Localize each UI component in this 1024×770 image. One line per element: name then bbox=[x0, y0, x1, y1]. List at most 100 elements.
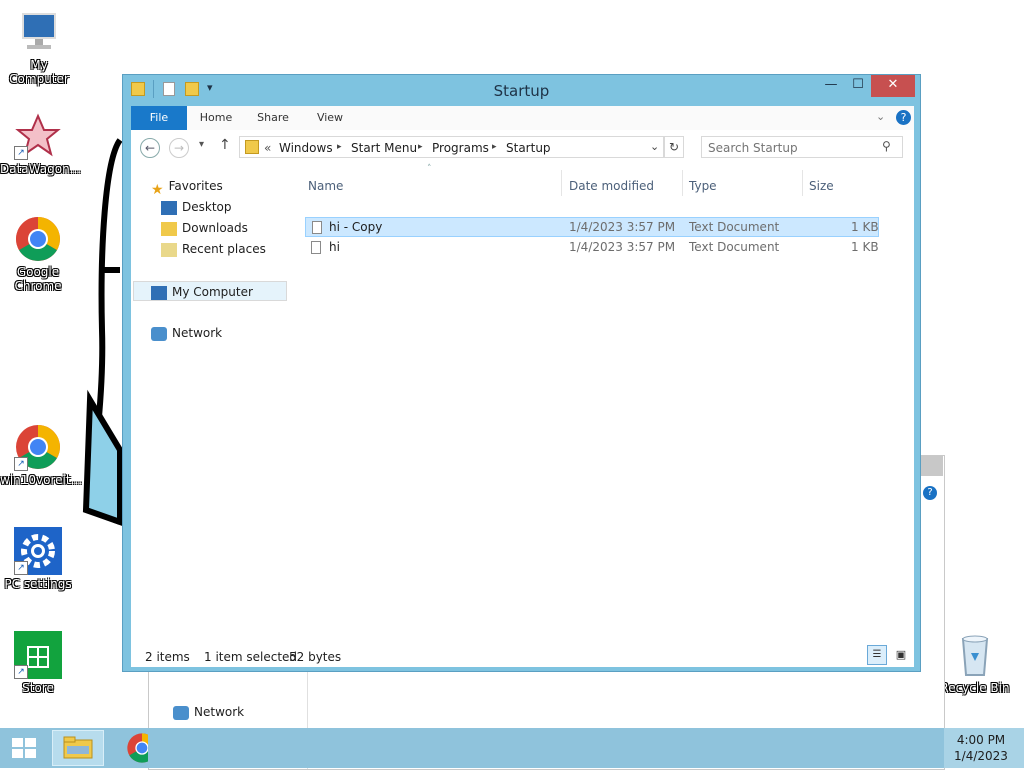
desktop-icon-chrome[interactable]: Google Chrome bbox=[0, 215, 76, 293]
search-input[interactable] bbox=[706, 139, 880, 157]
folder-icon bbox=[63, 736, 93, 759]
chevron-right-icon[interactable]: ▸ bbox=[492, 142, 497, 152]
desktop-icon-label: DataWagon... bbox=[0, 162, 82, 176]
breadcrumb-startup[interactable]: Startup bbox=[506, 141, 551, 155]
shortcut-arrow-icon: ↗ bbox=[14, 146, 28, 160]
forward-button[interactable]: → bbox=[169, 138, 189, 158]
network-icon bbox=[151, 326, 167, 341]
recycle-bin-icon bbox=[951, 631, 999, 679]
datawagon-icon: ↗ bbox=[14, 112, 62, 160]
desktop-icon-datawagon[interactable]: ↗ DataWagon... bbox=[0, 112, 82, 176]
chevron-down-icon[interactable]: ⌄ bbox=[876, 110, 885, 123]
table-row[interactable]: hi - Copy 1/4/2023 3:57 PM Text Document… bbox=[305, 217, 879, 237]
nav-downloads[interactable]: Downloads bbox=[161, 218, 248, 238]
nav-network[interactable]: Network bbox=[151, 323, 222, 343]
desktop-icon-label: Recycle Bin bbox=[940, 681, 1010, 695]
tab-view[interactable]: View bbox=[305, 106, 355, 130]
up-arrow-icon[interactable]: ↑ bbox=[219, 137, 231, 153]
desktop-icon-my-computer[interactable]: My Computer bbox=[1, 8, 77, 86]
folder-icon bbox=[245, 140, 259, 154]
file-type: Text Document bbox=[689, 240, 780, 254]
minimize-button[interactable]: — bbox=[817, 75, 845, 97]
taskbar-chrome[interactable] bbox=[118, 732, 148, 764]
sort-indicator-icon: ˄ bbox=[427, 164, 432, 174]
desktop-icon-win10[interactable]: ↗ win10voreit... bbox=[0, 423, 82, 487]
desktop-icon-recycle-bin[interactable]: Recycle Bin bbox=[937, 631, 1013, 695]
chrome-icon bbox=[14, 215, 62, 263]
start-button[interactable] bbox=[10, 736, 38, 760]
table-row[interactable]: hi 1/4/2023 3:57 PM Text Document 1 KB bbox=[305, 238, 879, 258]
text-file-icon bbox=[311, 241, 321, 254]
status-bytes: 52 bytes bbox=[289, 650, 342, 664]
search-box[interactable]: ⚲ bbox=[701, 136, 903, 158]
clock-date: 1/4/2023 bbox=[954, 749, 1008, 763]
back-button[interactable]: ← bbox=[140, 138, 160, 158]
window-title: Startup bbox=[493, 82, 550, 100]
desktop-icon-pc-settings[interactable]: ↗ PC settings bbox=[0, 527, 76, 591]
back-nav-network[interactable]: Network bbox=[173, 702, 244, 722]
nav-desktop[interactable]: Desktop bbox=[161, 197, 232, 217]
tab-home[interactable]: Home bbox=[191, 106, 241, 130]
tab-file[interactable]: File bbox=[131, 106, 187, 130]
nav-recent-places[interactable]: Recent places bbox=[161, 239, 266, 259]
nav-favorites[interactable]: ★ Favorites bbox=[151, 176, 223, 198]
store-icon: ↗ bbox=[14, 631, 62, 679]
title-bar[interactable]: ▾ Startup — ☐ ✕ bbox=[123, 75, 920, 105]
clock[interactable]: 4:00 PM 1/4/2023 bbox=[944, 728, 1024, 768]
desktop-icon-label: My Computer bbox=[9, 58, 69, 86]
breadcrumb-start-menu[interactable]: Start Menu bbox=[351, 141, 417, 155]
column-header-type[interactable]: Type bbox=[689, 179, 717, 193]
help-icon[interactable]: ? bbox=[923, 486, 937, 500]
desktop-icon-label: PC settings bbox=[4, 577, 72, 591]
shortcut-arrow-icon: ↗ bbox=[14, 457, 28, 471]
chevron-right-icon[interactable]: ▸ bbox=[418, 142, 423, 152]
search-icon[interactable]: ⚲ bbox=[882, 139, 891, 153]
column-separator[interactable] bbox=[682, 170, 683, 196]
windows-logo-icon bbox=[12, 738, 36, 758]
desktop-icon bbox=[161, 200, 177, 215]
computer-icon bbox=[15, 8, 63, 56]
navigation-pane: ★ Favorites Desktop Downloads Recent plac… bbox=[131, 166, 291, 634]
desktop-icon-store[interactable]: ↗ Store bbox=[0, 631, 76, 695]
chrome-icon bbox=[127, 733, 148, 763]
status-selection: 1 item selected bbox=[204, 650, 298, 664]
desktop-icon-label: Store bbox=[22, 681, 54, 695]
column-header-date[interactable]: Date modified bbox=[569, 179, 654, 193]
file-date: 1/4/2023 3:57 PM bbox=[569, 240, 676, 254]
taskbar: 4:00 PM 1/4/2023 bbox=[0, 728, 1024, 768]
chevron-right-icon[interactable]: ▸ bbox=[337, 142, 342, 152]
network-icon bbox=[173, 705, 189, 720]
star-icon: ★ bbox=[151, 181, 164, 198]
computer-icon bbox=[151, 285, 167, 300]
status-item-count: 2 items bbox=[145, 650, 190, 664]
explorer-window[interactable]: ▾ Startup — ☐ ✕ File Home Share View ⌄ ?… bbox=[122, 74, 921, 672]
back-window-scroll bbox=[921, 456, 943, 476]
refresh-button[interactable]: ↻ bbox=[664, 136, 684, 158]
close-button[interactable]: ✕ bbox=[871, 75, 915, 97]
taskbar-file-explorer[interactable] bbox=[52, 730, 104, 766]
breadcrumb-overflow[interactable]: « bbox=[264, 141, 271, 155]
file-date: 1/4/2023 3:57 PM bbox=[569, 220, 676, 234]
maximize-button[interactable]: ☐ bbox=[845, 75, 871, 97]
large-icons-view-button[interactable]: ▣ bbox=[891, 645, 911, 665]
address-bar[interactable]: « Windows ▸ Start Menu ▸ Programs ▸ Star… bbox=[239, 136, 664, 158]
tab-share[interactable]: Share bbox=[247, 106, 299, 130]
explorer-content: ← → ▾ ↑ « Windows ▸ Start Menu ▸ Program… bbox=[131, 130, 914, 667]
file-type: Text Document bbox=[689, 220, 780, 234]
breadcrumb-programs[interactable]: Programs bbox=[432, 141, 489, 155]
column-separator[interactable] bbox=[561, 170, 562, 196]
nav-my-computer[interactable]: My Computer bbox=[133, 281, 287, 301]
chrome-icon: ↗ bbox=[14, 423, 62, 471]
shortcut-arrow-icon: ↗ bbox=[14, 665, 28, 679]
help-icon[interactable]: ? bbox=[896, 110, 911, 125]
breadcrumb-windows[interactable]: Windows bbox=[279, 141, 333, 155]
column-header-size[interactable]: Size bbox=[809, 179, 834, 193]
column-separator[interactable] bbox=[802, 170, 803, 196]
details-view-button[interactable]: ☰ bbox=[867, 645, 887, 665]
recent-places-icon bbox=[161, 242, 177, 257]
recent-locations-icon[interactable]: ▾ bbox=[199, 139, 204, 150]
chevron-down-icon[interactable]: ⌄ bbox=[650, 140, 659, 153]
file-size: 1 KB bbox=[851, 220, 879, 234]
file-name: hi bbox=[329, 240, 340, 254]
column-header-name[interactable]: Name bbox=[308, 179, 343, 193]
